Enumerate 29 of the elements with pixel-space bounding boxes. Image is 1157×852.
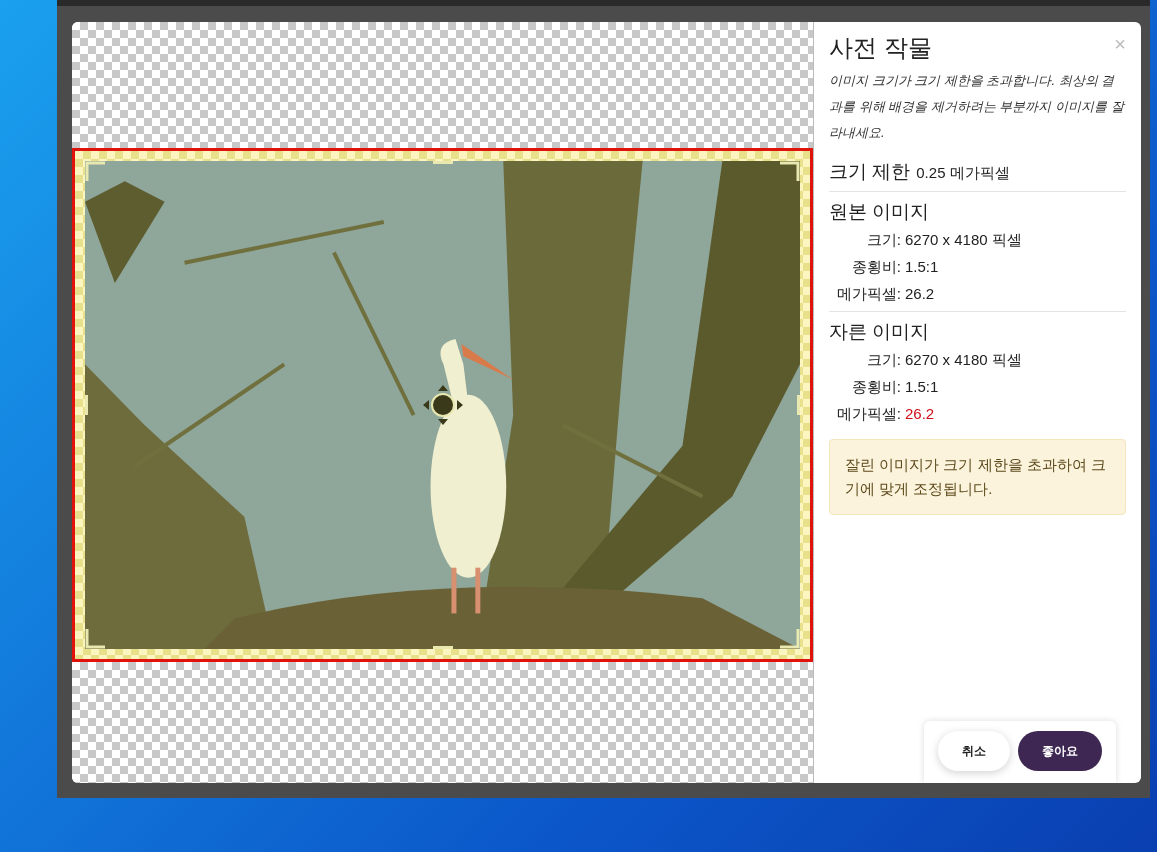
info-value: 26.2 <box>905 283 935 304</box>
info-value: 6270 x 4180 픽셀 <box>905 349 1022 370</box>
section-title: 원본 이미지 <box>829 199 931 224</box>
info-label: 크기: <box>865 349 901 370</box>
info-value: 26.2 <box>905 403 935 424</box>
info-label: 크기: <box>865 229 901 250</box>
edge-handle[interactable] <box>797 395 800 415</box>
info-value: 1.5:1 <box>905 376 939 397</box>
size-limit-value: 0.25 메가픽셀 <box>916 163 1010 183</box>
corner-handle[interactable] <box>85 629 105 649</box>
warning-message: 잘린 이미지가 크기 제한을 초과하여 크기에 맞게 조정됩니다. <box>829 438 1126 515</box>
corner-handle[interactable] <box>780 161 800 181</box>
corner-handle[interactable] <box>85 161 105 181</box>
size-limit-label: 크기 제한 <box>829 160 911 184</box>
cancel-button[interactable]: 취소 <box>938 731 1010 771</box>
info-label: 메가픽셀: <box>835 403 901 424</box>
dialog-title: 사전 작물 <box>829 33 932 63</box>
info-label: 종횡비: <box>850 256 901 277</box>
info-label: 종횡비: <box>850 376 901 397</box>
corner-handle[interactable] <box>780 629 800 649</box>
info-label: 메가픽셀: <box>835 283 901 304</box>
edge-handle[interactable] <box>432 161 453 164</box>
section-title: 자른 이미지 <box>829 319 931 344</box>
edge-handle[interactable] <box>85 395 88 415</box>
description: 이미지 크기가 크기 제한을 초과합니다. 최상의 결과를 위해 배경을 제거하려는 부분까지 이미지를 잘라내세요. <box>829 72 1126 142</box>
edge-handle[interactable] <box>432 646 453 649</box>
info-value: 6270 x 4180 픽셀 <box>905 229 1022 250</box>
info-value: 1.5:1 <box>905 256 939 277</box>
ok-button[interactable]: 좋아요 <box>1018 731 1102 771</box>
